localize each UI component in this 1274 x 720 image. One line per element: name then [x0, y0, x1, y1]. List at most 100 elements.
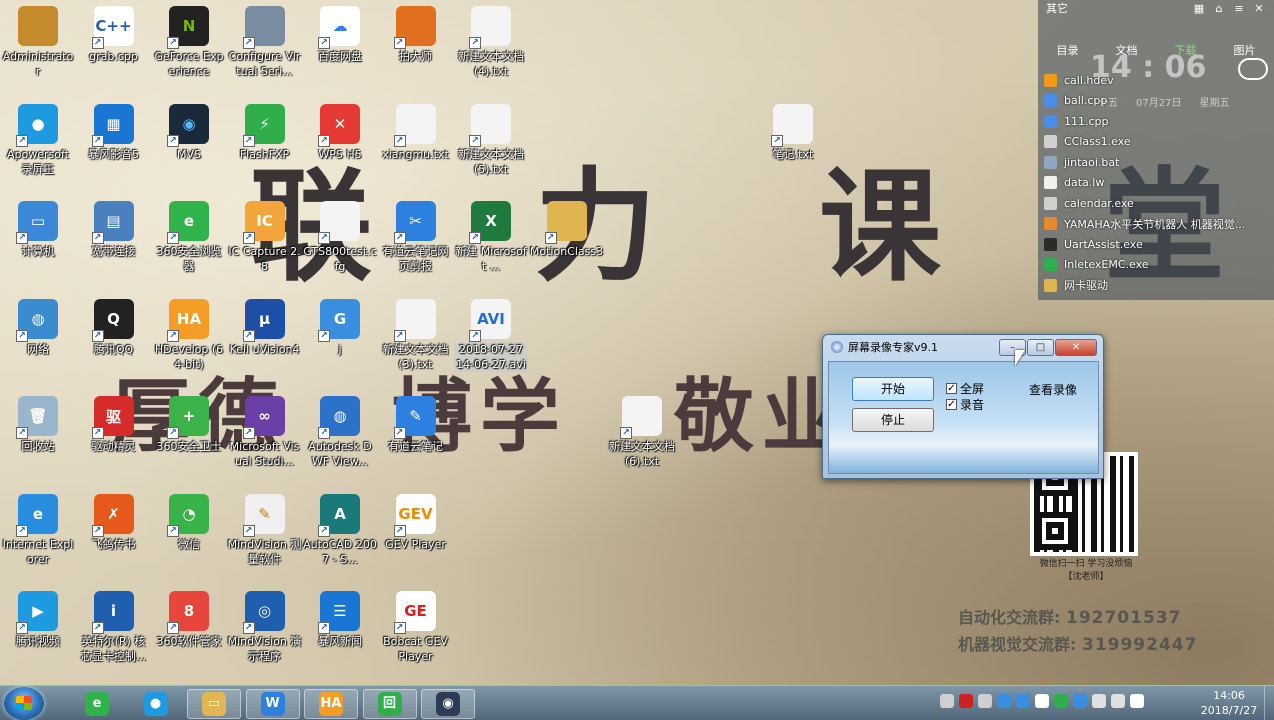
desktop-icon[interactable]: μ ↗ Keil uVision4 [228, 298, 302, 357]
show-desktop-button[interactable] [1264, 686, 1274, 720]
desktop-icon[interactable]: C++ ↗ grab.cpp [77, 6, 151, 64]
tray-icon[interactable] [1092, 694, 1106, 708]
desktop-icon[interactable]: 8 ↗ 360软件管家 [152, 591, 226, 649]
desktop-icon[interactable]: ✂ ↗ 有道云笔记网页剪报 [379, 201, 453, 274]
file-item[interactable]: jintaoi.bat [1044, 152, 1270, 173]
desktop-icon[interactable]: N ↗ GeForce Experience [152, 6, 226, 79]
recorder-titlebar[interactable]: 屏幕录像专家v9.1 – □ ✕ [823, 335, 1103, 359]
file-item[interactable]: data.lw [1044, 173, 1270, 194]
app-icon: μ ↗ [242, 298, 285, 342]
tab-directory[interactable]: 目录 [1051, 40, 1085, 60]
menu-icon[interactable]: ≡ [1232, 2, 1246, 15]
file-item[interactable]: UartAssist.exe [1044, 234, 1270, 255]
tab-pictures[interactable]: 图片 [1228, 40, 1262, 60]
desktop-icon[interactable]: ▶ ↗ 腾讯视频 [1, 591, 75, 649]
stop-button[interactable]: 停止 [852, 408, 934, 432]
close-icon[interactable]: ✕ [1252, 2, 1266, 15]
desktop-icon[interactable]: ● ↗ Apowersoft 录屏王 [1, 103, 75, 177]
desktop-icon[interactable]: ✎ ↗ MindVision 测量软件 [227, 493, 302, 567]
desktop-icon[interactable]: + ↗ 360安全卫士 [152, 396, 226, 454]
desktop-icon[interactable]: 🗑 ↗ 回收站 [1, 396, 75, 454]
file-item[interactable]: YAMAHA水平关节机器人 机器视觉... [1044, 214, 1270, 235]
taskbar-app-button[interactable]: 回 [362, 689, 417, 719]
desktop-icon[interactable]: AVI ↗ 2018-07-27 14-06-27.avi [454, 298, 528, 372]
tray-icon[interactable] [1073, 694, 1087, 708]
file-item[interactable]: call.hdev [1044, 70, 1270, 91]
fullscreen-checkbox[interactable]: ✓ 全屏 [946, 380, 984, 397]
desktop-icon[interactable]: Q ↗ 腾讯QQ [77, 298, 151, 357]
file-item[interactable]: InletexEMC.exe [1044, 255, 1270, 276]
start-button[interactable] [4, 687, 44, 720]
tray-icon[interactable] [959, 694, 973, 708]
desktop-icon[interactable]: ⚡ ↗ FlashFXP [228, 103, 302, 162]
desktop-icon[interactable]: A ↗ AutoCAD 2007 - S... [303, 493, 377, 567]
desktop-icon[interactable]: ▦ ↗ 暴风影音5 [77, 103, 151, 162]
desktop-icon-label: MindVision 测量软件 [227, 537, 302, 566]
desktop-icon[interactable]: ↗ 新建文本文档 (4).txt [454, 6, 528, 79]
desktop-icon[interactable]: ✕ ↗ WPS H5 [303, 103, 377, 162]
desktop-icon[interactable]: IC ↗ IC Capture 2.8 [228, 201, 302, 274]
start-button[interactable]: 开始 [852, 377, 934, 401]
file-item[interactable]: ball.cpp [1044, 91, 1270, 112]
desktop-icon[interactable]: ↗ Configure Virtual Seri... [228, 6, 302, 79]
grid-icon[interactable]: ▦ [1192, 2, 1206, 15]
desktop-icon[interactable]: ◍ ↗ 网络 [1, 298, 75, 357]
desktop-icon[interactable]: e ↗ Internet Explorer [1, 493, 75, 567]
file-item[interactable]: calendar.exe [1044, 193, 1270, 214]
close-button[interactable]: ✕ [1055, 338, 1097, 356]
desktop-icon[interactable]: ↗ 新建文本文档 (6).txt [605, 396, 679, 469]
taskbar-app-button[interactable]: HA [304, 689, 358, 719]
desktop-icon[interactable]: ◔ ↗ 微信 [152, 493, 226, 552]
desktop-icon[interactable]: HA ↗ HDevelop (64-bit) [152, 298, 226, 372]
tray-icon[interactable] [1035, 694, 1049, 708]
desktop-icon[interactable]: ↗ xiangmu.txt [379, 103, 453, 162]
tray-icon[interactable] [940, 694, 954, 708]
taskbar-app-button[interactable]: W [245, 689, 300, 719]
desktop-icon[interactable]: ☰ ↗ 暴风新闻 [303, 591, 377, 649]
desktop-icon[interactable]: ↗ 笔记.txt [756, 103, 830, 162]
desktop-icon[interactable]: ↗ GTS800test.cfg [303, 201, 377, 274]
file-item[interactable]: 网卡驱动 [1044, 275, 1270, 296]
desktop-icon[interactable]: ▤ ↗ 宽带连接 [77, 201, 151, 259]
tray-icon[interactable] [1130, 694, 1144, 708]
desktop-icon[interactable]: X ↗ 新建 Microsoft ... [454, 201, 528, 274]
desktop-icon[interactable]: 驱 ↗ 驱动精灵 [77, 396, 151, 454]
tray-icon[interactable] [1054, 694, 1068, 708]
app-icon: ☁ ↗ [318, 6, 360, 49]
desktop-icon[interactable]: i ↗ 英特尔(R) 核芯显卡控制... [77, 591, 151, 664]
file-type-icon [1044, 217, 1057, 231]
desktop-icon[interactable]: GEV ↗ GEV Player [379, 493, 453, 552]
lock-icon[interactable]: ⌂ [1212, 2, 1226, 15]
desktop-icon[interactable]: ✗ ↗ 飞鸽传书 [77, 493, 151, 552]
taskbar-app-button[interactable]: e [70, 689, 124, 719]
tray-icon[interactable] [978, 694, 992, 708]
desktop-icon[interactable]: ☁ ↗ 百度网盘 [303, 6, 377, 64]
desktop-icon[interactable]: ↗ 拍大师 [379, 6, 453, 64]
audio-checkbox[interactable]: ✓ 录音 [946, 396, 984, 413]
tray-clock[interactable]: 14:06 2018/7/27 [1190, 688, 1268, 718]
taskbar-app-button[interactable]: ▭ [187, 689, 241, 719]
desktop-icon[interactable]: ◍ ↗ Autodesk DWF View... [303, 396, 377, 469]
tray-icon[interactable] [997, 694, 1011, 708]
desktop-icon[interactable]: Administrator [1, 6, 75, 79]
tray-icon[interactable] [1016, 694, 1030, 708]
desktop-icon[interactable]: GE ↗ Bobcat GEV Player [379, 591, 453, 664]
desktop-icon[interactable]: ↗ MotionClass3 [530, 201, 604, 259]
view-recordings-link[interactable]: 查看录像 [1029, 381, 1077, 398]
file-item[interactable]: CClass1.exe [1044, 132, 1270, 153]
desktop-icon[interactable]: ◎ ↗ MindVision 演示程序 [228, 591, 302, 664]
taskbar-app-button[interactable]: ● [129, 689, 183, 719]
file-item[interactable]: 111.cpp [1044, 111, 1270, 132]
desktop-icon[interactable]: ◉ ↗ MVS [152, 103, 226, 162]
taskbar-app-button[interactable]: ◉ [421, 689, 475, 719]
desktop-icon[interactable]: G ↗ j [303, 298, 377, 357]
desktop-icon[interactable]: ✎ ↗ 有道云笔记 [379, 396, 453, 454]
tray-icon[interactable] [1111, 694, 1125, 708]
desktop-icon[interactable]: ↗ 新建文本文档 (3).txt [379, 298, 453, 372]
desktop-icon[interactable]: ↗ 新建文本文档 (5).txt [454, 103, 528, 177]
desktop-icon[interactable]: ▭ ↗ 计算机 [1, 201, 75, 259]
desktop-icon[interactable]: e ↗ 360安全浏览器 [152, 201, 226, 274]
desktop-icon[interactable]: ∞ ↗ Microsoft Visual Studi... [228, 396, 302, 469]
maximize-button[interactable]: □ [1027, 338, 1054, 356]
mouse-cursor-icon [1015, 350, 1025, 366]
